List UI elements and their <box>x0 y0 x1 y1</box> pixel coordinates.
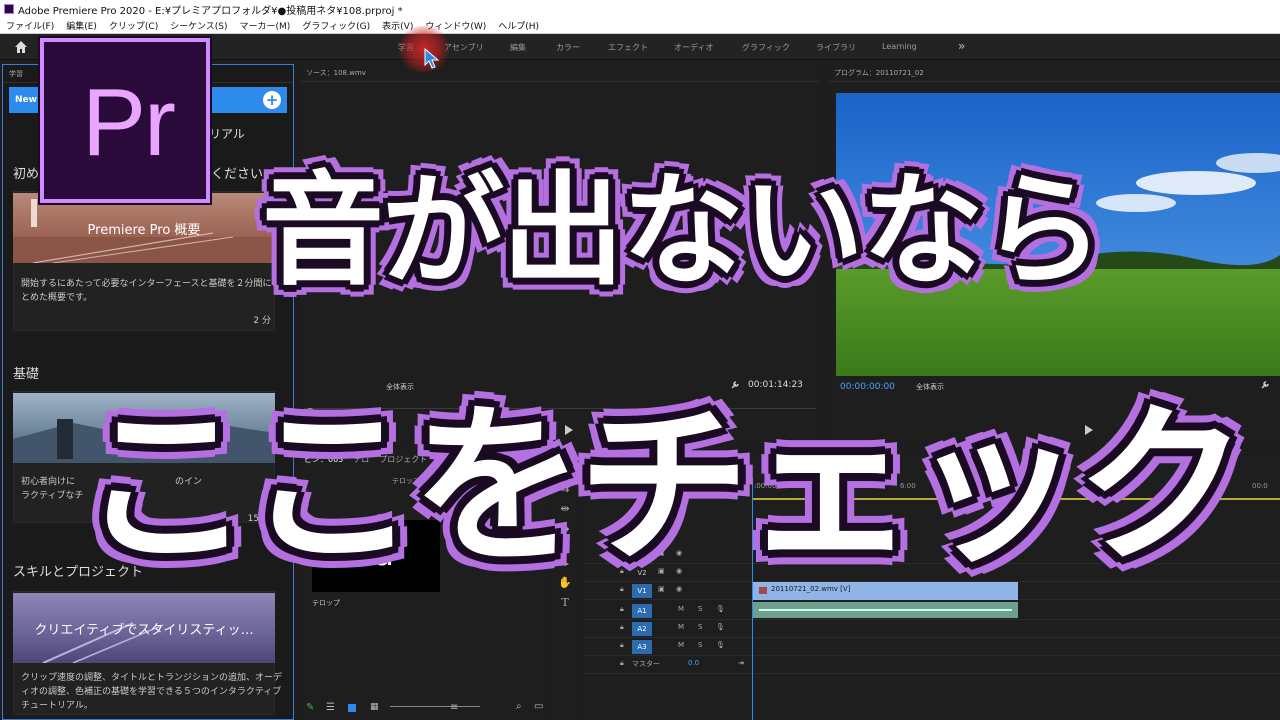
menu-edit[interactable]: 編集(E) <box>66 19 97 32</box>
workspace-more-button[interactable]: » <box>958 39 965 53</box>
menu-clip[interactable]: クリップ(C) <box>109 19 158 32</box>
workspace-tab-editing[interactable]: 編集 <box>510 42 526 53</box>
track-a3-solo-button[interactable]: S <box>698 641 702 649</box>
workspace-tab-color[interactable]: カラー <box>556 42 580 53</box>
menu-sequence[interactable]: シーケンス(S) <box>170 19 227 32</box>
search-icon[interactable]: ⌕ <box>516 701 522 712</box>
audio-waveform <box>759 609 1012 611</box>
track-master-volume[interactable]: 0.0 <box>688 659 699 667</box>
track-a1-mute-button[interactable]: M <box>678 605 684 613</box>
track-a2-mute-button[interactable]: M <box>678 623 684 631</box>
sort-icon[interactable]: ≡ <box>450 702 458 713</box>
tutorial-card-creative-desc: クリップ速度の調整、タイトルとトランジションの追加、オーディオの調整、色補正の基… <box>21 673 283 711</box>
track-a3: 🔒︎ A3 M S 🎙︎ <box>584 638 1280 656</box>
overlay-headline: 音が出ないなら <box>262 160 1104 302</box>
overlay-subheadline: ここをチェック <box>80 386 1248 587</box>
track-a1-lock-icon[interactable]: 🔒︎ <box>620 605 624 614</box>
menu-help[interactable]: ヘルプ(H) <box>498 19 539 32</box>
track-a1-label[interactable]: A1 <box>632 604 652 618</box>
tutorial-card-basics-desc-a: 初心者向けに <box>21 477 76 487</box>
track-a2-label[interactable]: A2 <box>632 622 652 636</box>
type-tool-icon[interactable]: T <box>558 596 572 610</box>
premiere-window: Adobe Premiere Pro 2020 - E:¥プレミアプロフォルダ¥… <box>0 0 1280 720</box>
program-monitor-header[interactable]: プログラム：20110721_02 <box>828 64 1280 82</box>
list-view-icon[interactable]: ☰ <box>326 702 335 713</box>
ruler-tick-5: 00:0 <box>1252 482 1268 490</box>
tutorial-card-creative-image[interactable]: クリエイティブでスタイリスティッ… <box>13 593 275 663</box>
plus-icon[interactable]: + <box>263 91 281 109</box>
program-wrench-icon[interactable] <box>1260 380 1270 390</box>
section-getting-started: 初め <box>13 167 40 182</box>
track-a2: 🔒︎ A2 M S 🎙︎ <box>584 620 1280 638</box>
source-monitor-header[interactable]: ソース：108.wmv <box>300 64 820 82</box>
learn-subtitle: リアル <box>209 127 245 141</box>
workspace-tab-effects[interactable]: エフェクト <box>608 42 648 53</box>
section-getting-started-suffix: ください <box>211 167 264 182</box>
track-a1-mic-icon[interactable]: 🎙︎ <box>716 605 725 613</box>
pencil-icon[interactable]: ✎ <box>306 702 314 713</box>
premiere-app-icon <box>4 4 14 14</box>
menu-marker[interactable]: マーカー(M) <box>240 19 291 32</box>
premiere-pro-logo-text: Pr <box>82 69 176 176</box>
track-a3-mute-button[interactable]: M <box>678 641 684 649</box>
track-a1-solo-button[interactable]: S <box>698 605 702 613</box>
track-master-end-icon[interactable]: ⇥ <box>738 659 744 667</box>
menu-graphics[interactable]: グラフィック(G) <box>302 19 370 32</box>
workspace-tab-audio[interactable]: オーディオ <box>674 42 713 53</box>
track-master-label: マスター <box>632 660 660 668</box>
track-a2-mic-icon[interactable]: 🎙︎ <box>716 623 725 631</box>
zoom-slider[interactable] <box>390 706 480 707</box>
home-icon[interactable] <box>14 40 28 54</box>
menu-bar: ファイル(F) 編集(E) クリップ(C) シーケンス(S) マーカー(M) グ… <box>0 18 1280 34</box>
mouse-cursor-icon <box>424 48 440 69</box>
section-basics: 基礎 <box>13 367 40 382</box>
icon-view-icon[interactable] <box>348 704 356 712</box>
tutorial-card-creative-title: クリエイティブでスタイリスティッ… <box>34 622 254 638</box>
workspace-tab-learning[interactable]: Learning <box>882 42 917 51</box>
workspace-tab-graphics[interactable]: グラフィック <box>742 42 790 53</box>
tutorial-card-overview-image[interactable]: Premiere Pro 概要 <box>13 193 275 263</box>
tutorial-card-overview-desc: 開始するにあたって必要なインターフェースと基礎を２分間にまとめた概要です。 <box>21 279 281 303</box>
tutorial-card-overview-duration: 2 分 <box>253 316 271 326</box>
track-a2-solo-button[interactable]: S <box>698 623 702 631</box>
track-master-lock-icon[interactable]: 🔒︎ <box>620 659 624 668</box>
menu-file[interactable]: ファイル(F) <box>6 19 54 32</box>
tutorial-card-overview-title: Premiere Pro 概要 <box>87 222 201 238</box>
track-a3-mic-icon[interactable]: 🎙︎ <box>716 641 725 649</box>
audio-clip[interactable] <box>753 602 1018 618</box>
freeform-view-icon[interactable]: ▦ <box>370 702 379 712</box>
tutorial-card-basics-desc-c: ラクティブなチ <box>21 491 84 501</box>
title-bar: Adobe Premiere Pro 2020 - E:¥プレミアプロフォルダ¥… <box>0 0 1280 18</box>
track-a3-lock-icon[interactable]: 🔒︎ <box>620 641 624 650</box>
workspace-tab-libraries[interactable]: ライブラリ <box>816 42 856 53</box>
window-title: Adobe Premiere Pro 2020 - E:¥プレミアプロフォルダ¥… <box>18 5 403 17</box>
project-bottom-toolbar: ✎ ☰ ▦ ≡ ⌕ ▭ <box>300 698 548 718</box>
track-a2-lock-icon[interactable]: 🔒︎ <box>620 623 624 632</box>
project-item-name[interactable]: テロップ <box>312 598 340 608</box>
track-master: 🔒︎ マスター 0.0 ⇥ <box>584 656 1280 674</box>
new-bin-icon[interactable]: ▭ <box>534 701 543 712</box>
track-a3-label[interactable]: A3 <box>632 640 652 654</box>
premiere-pro-logo: Pr <box>40 38 210 203</box>
